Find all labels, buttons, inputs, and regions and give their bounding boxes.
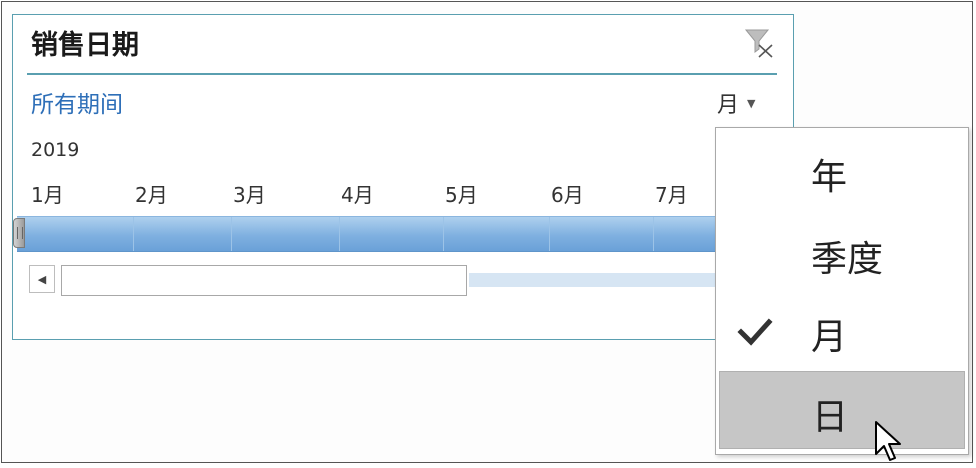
scroll-left-icon[interactable]: ◀ <box>29 265 55 293</box>
timeline-tick <box>653 217 654 251</box>
timeline-start-handle[interactable] <box>13 218 25 248</box>
timeline-tick <box>443 217 444 251</box>
option-label: 日 <box>812 397 849 438</box>
month-label: 3月 <box>233 183 266 207</box>
time-level-dropdown: 年 季度 月 日 <box>715 127 969 455</box>
month-label: 2月 <box>135 183 168 207</box>
time-level-select[interactable]: 月 ▼ <box>717 89 756 118</box>
timeline-tick <box>231 217 232 251</box>
slicer-title: 销售日期 <box>31 30 139 61</box>
month-label: 1月 <box>31 183 64 207</box>
month-label: 5月 <box>445 183 478 207</box>
timeline-selection-bar[interactable] <box>17 216 793 252</box>
mouse-pointer-icon <box>874 420 904 464</box>
period-label: 所有期间 <box>31 92 123 118</box>
year-label: 2019 <box>31 139 80 161</box>
month-label: 4月 <box>341 183 374 207</box>
time-level-value: 月 <box>717 93 740 118</box>
dropdown-option-month[interactable]: 月 <box>719 292 965 370</box>
month-labels: 1月 2月 3月 4月 5月 6月 7月 <box>13 179 793 209</box>
window-frame: 销售日期 所有期间 月 ▼ 2019 1月 2月 3月 4月 5月 6月 7月 <box>1 1 973 463</box>
month-label: 7月 <box>655 183 688 207</box>
check-icon <box>737 314 773 350</box>
clear-filter-icon[interactable] <box>743 27 775 59</box>
dropdown-option-quarter[interactable]: 季度 <box>719 214 965 292</box>
title-divider <box>27 73 777 75</box>
scrollbar-thumb[interactable] <box>61 265 467 296</box>
timeline-tick <box>133 217 134 251</box>
month-label: 6月 <box>551 183 584 207</box>
timeline-slicer: 销售日期 所有期间 月 ▼ 2019 1月 2月 3月 4月 5月 6月 7月 <box>12 14 794 340</box>
dropdown-option-day[interactable]: 日 <box>719 371 965 449</box>
timeline-tick <box>339 217 340 251</box>
dropdown-option-year[interactable]: 年 <box>719 132 965 210</box>
option-label: 月 <box>811 317 848 358</box>
timeline-tick <box>549 217 550 251</box>
option-label: 季度 <box>811 239 884 280</box>
chevron-down-icon: ▼ <box>747 96 756 110</box>
option-label: 年 <box>811 157 848 198</box>
